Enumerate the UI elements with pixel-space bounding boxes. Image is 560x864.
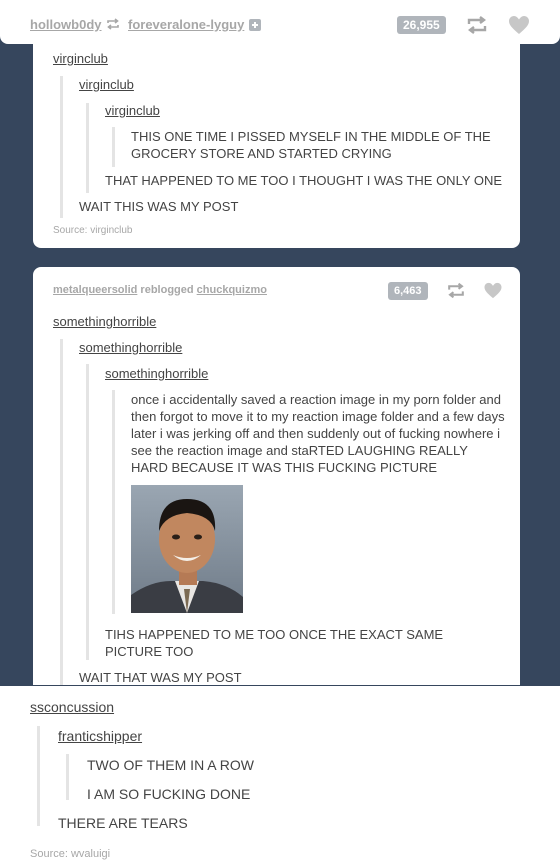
portrait-graphic [131,485,243,613]
post2-notes-count[interactable]: 6,463 [388,282,428,300]
quote2-blockquote [86,103,89,193]
post-source[interactable]: Source: virginclub [53,225,132,236]
post-header-bar: hollowb0dy foreveralone-lyguy 26,955 [0,0,560,44]
post2-quote1-text: WAIT THAT WAS MY POST [79,670,242,685]
post2-quote3-text: once i accidentally saved a reaction ima… [131,392,505,475]
post2-heart-icon[interactable] [483,282,503,299]
quote3-text: THIS ONE TIME I PISSED MYSELF IN THE MID… [131,129,491,161]
post2-quote3-username[interactable]: somethinghorrible [105,366,208,381]
post2-reblogger-link[interactable]: metalqueersolid [53,284,137,296]
post3-inner-line2: I AM SO FUCKING DONE [87,786,251,802]
reblog-small-icon [107,18,119,30]
post3-inner-line1: TWO OF THEM IN A ROW [87,757,254,773]
crop-divider [33,685,529,686]
post2-quote1-blockquote [60,339,63,685]
post2-quote2-username[interactable]: somethinghorrible [79,340,182,355]
quote3-username[interactable]: virginclub [105,103,160,118]
post2-header: metalqueersolid reblogged chuckquizmo [53,284,267,296]
post2-quote2-text: TIHS HAPPENED TO ME TOO ONCE THE EXACT S… [105,627,444,659]
quote2-username[interactable]: virginclub [79,77,134,92]
post3-quote-blockquote [37,726,40,826]
post3-source[interactable]: Source: wvaluigi [30,848,110,860]
reblogged-from-link[interactable]: foreveralone-lyguy [128,17,244,32]
quote2-text: THAT HAPPENED TO ME TOO I THOUGHT I WAS … [105,173,503,188]
post2-reblogged-word: reblogged [140,284,194,296]
post3-username[interactable]: ssconcussion [30,699,114,715]
post2-source-link[interactable]: chuckquizmo [197,284,267,296]
post2-quote1-username[interactable]: somethinghorrible [53,314,156,329]
plus-icon[interactable] [249,19,261,31]
quote3-blockquote [112,127,115,167]
post3-outer-text: THERE ARE TEARS [58,815,188,831]
post2-reblog-icon[interactable] [446,282,466,299]
reaction-image[interactable] [131,485,243,613]
quote1-username[interactable]: virginclub [53,51,108,66]
post2-quote2-blockquote [86,364,89,660]
post3-quote-username[interactable]: franticshipper [58,728,142,744]
heart-icon[interactable] [508,15,530,35]
quote1-text: WAIT THIS WAS MY POST [79,199,239,214]
reblogger-link[interactable]: hollowb0dy [30,17,102,32]
post3-inner-blockquote [66,754,69,800]
quote1-blockquote [60,76,63,218]
post2-quote3-blockquote [112,390,115,614]
notes-count[interactable]: 26,955 [397,16,446,34]
reblog-icon[interactable] [466,15,488,35]
